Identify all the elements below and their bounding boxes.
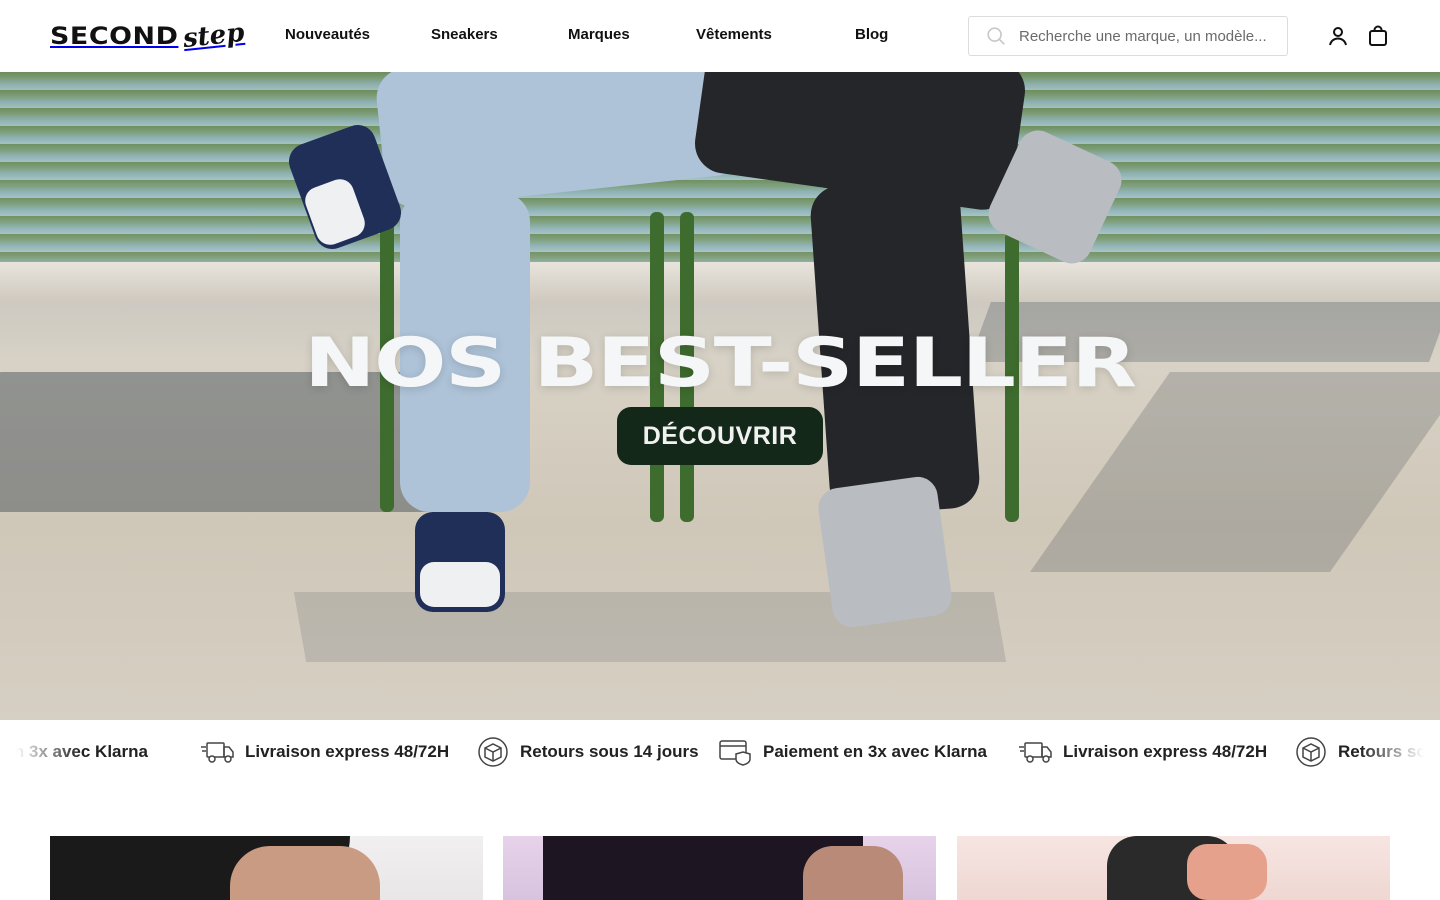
nav-item-sneakers[interactable]: Sneakers — [431, 26, 498, 43]
logo-script: step — [181, 17, 246, 55]
hero-background-ledge — [0, 262, 1440, 302]
card-image-skin — [803, 846, 903, 900]
marquee-text: Livraison express 48/72H — [245, 742, 450, 761]
nav-item-vetements[interactable]: Vêtements — [696, 26, 772, 43]
marquee-text: Livraison express 48/72H — [1063, 742, 1268, 761]
nav-item-marques[interactable]: Marques — [568, 26, 630, 43]
hero-banner: NOS BEST-SELLER DÉCOUVRIR — [0, 72, 1440, 720]
marquee-fade-right — [1360, 720, 1440, 778]
sneaker-navy-panel — [420, 562, 500, 607]
site-header: SECOND step Nouveautés Sneakers Marques … — [0, 0, 1440, 72]
card-shield-icon — [719, 740, 751, 766]
nav-item-nouveautes[interactable]: Nouveautés — [285, 26, 370, 43]
logo[interactable]: SECOND step — [50, 17, 246, 55]
card-image-skin — [230, 846, 380, 900]
nav-item-blog[interactable]: Blog — [855, 26, 888, 43]
search-icon — [987, 27, 1005, 45]
box-icon — [1296, 737, 1326, 767]
collection-card[interactable] — [503, 836, 936, 900]
bag-icon[interactable] — [1366, 24, 1390, 48]
marquee-fade-left — [0, 720, 80, 778]
marquee-item: Paiement en 3x avec Klarna — [719, 737, 987, 767]
search-input[interactable] — [1019, 27, 1279, 45]
marquee-text: Retours sous 14 jours — [520, 742, 699, 761]
card-image-shoe-accent — [1187, 844, 1267, 900]
truck-icon — [201, 742, 234, 763]
user-icon[interactable] — [1326, 24, 1350, 48]
collection-card[interactable] — [50, 836, 483, 900]
sneaker-grey — [815, 474, 955, 630]
truck-icon — [1019, 742, 1052, 763]
marquee-item: Livraison express 48/72H — [1019, 737, 1267, 767]
benefits-marquee: Paiement en 3x avec Klarna Livraison exp… — [0, 720, 1440, 778]
box-icon — [478, 737, 508, 767]
marquee-text: Paiement en 3x avec Klarna — [763, 742, 987, 761]
marquee-item: Livraison express 48/72H — [201, 737, 449, 767]
logo-wordmark: SECOND — [50, 22, 179, 50]
discover-button[interactable]: DÉCOUVRIR — [617, 407, 823, 465]
search-bar[interactable] — [968, 16, 1288, 56]
marquee-item: Retours sous 14 jours — [476, 737, 699, 767]
hero-title: NOS BEST-SELLER — [304, 324, 1137, 403]
collection-card[interactable] — [957, 836, 1390, 900]
